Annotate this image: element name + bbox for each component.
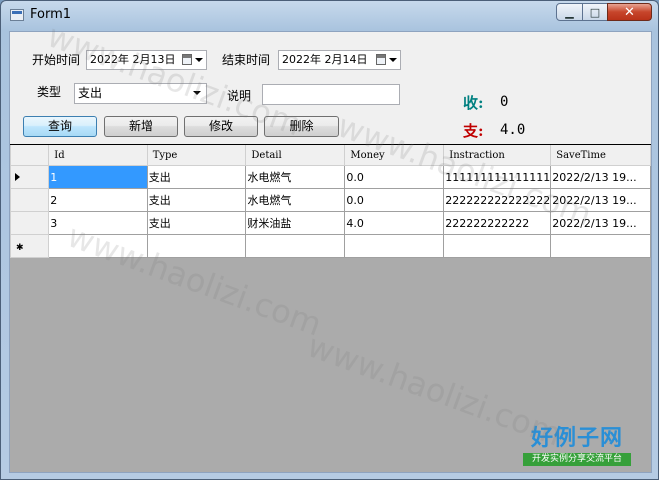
new-row[interactable]: ✱ xyxy=(10,234,651,258)
maximize-icon: □ xyxy=(589,5,601,19)
row-header-corner xyxy=(10,145,50,166)
type-selected-value: 支出 xyxy=(78,86,103,100)
description-label: 说明 xyxy=(227,89,252,103)
income-value: 0 xyxy=(500,94,509,110)
new-cell[interactable] xyxy=(550,234,651,258)
column-header-id[interactable]: Id xyxy=(48,145,148,166)
end-date-picker[interactable]: 2022年 2月14日 xyxy=(278,50,401,70)
row-header[interactable] xyxy=(10,165,50,189)
header-row: Id Type Detail Money Instraction SaveTim… xyxy=(10,145,651,166)
logo-title: 好例子网 xyxy=(530,425,623,451)
type-combobox[interactable]: 支出 xyxy=(74,83,207,104)
table-row[interactable]: 1 支出 水电燃气 0.0 111111111111111 2022/2/13 … xyxy=(10,165,651,189)
cell-money[interactable]: 4.0 xyxy=(344,211,445,235)
end-time-label: 结束时间 xyxy=(222,53,271,67)
cell-instraction[interactable]: 222222222222 xyxy=(443,211,552,235)
new-row-star-icon: ✱ xyxy=(16,243,24,253)
row-header[interactable] xyxy=(10,188,50,212)
column-header-savetime[interactable]: SaveTime xyxy=(550,145,651,166)
calendar-icon xyxy=(376,54,386,65)
query-button[interactable]: 查询 xyxy=(23,116,97,137)
current-row-arrow-icon xyxy=(15,173,20,181)
title-bar[interactable]: Form1 ▁ □ ✕ xyxy=(1,1,658,29)
table-row[interactable]: 3 支出 财米油盐 4.0 222222222222 2022/2/13 19.… xyxy=(10,211,651,235)
column-header-instraction[interactable]: Instraction xyxy=(443,145,552,166)
new-cell[interactable] xyxy=(443,234,552,258)
cell-instraction[interactable]: 222222222222222 xyxy=(443,188,552,212)
row-header[interactable]: ✱ xyxy=(10,234,50,258)
description-input[interactable] xyxy=(262,84,400,105)
new-cell[interactable] xyxy=(48,234,148,258)
cell-money[interactable]: 0.0 xyxy=(344,188,445,212)
chevron-down-icon xyxy=(193,91,201,95)
calendar-icon xyxy=(182,54,192,65)
cell-detail[interactable]: 财米油盐 xyxy=(245,211,346,235)
cell-id[interactable]: 1 xyxy=(48,165,148,189)
end-date-value: 2022年 2月14日 xyxy=(282,53,368,66)
income-label: 收: xyxy=(463,94,484,112)
close-icon: ✕ xyxy=(624,4,635,20)
maximize-button[interactable]: □ xyxy=(582,3,608,21)
cell-detail[interactable]: 水电燃气 xyxy=(245,165,346,189)
new-cell[interactable] xyxy=(344,234,445,258)
cell-savetime[interactable]: 2022/2/13 19... xyxy=(550,165,651,189)
type-label: 类型 xyxy=(37,85,62,99)
table-row[interactable]: 2 支出 水电燃气 0.0 222222222222222 2022/2/13 … xyxy=(10,188,651,212)
start-time-label: 开始时间 xyxy=(32,53,81,67)
cell-money[interactable]: 0.0 xyxy=(344,165,445,189)
cell-detail[interactable]: 水电燃气 xyxy=(245,188,346,212)
expense-value: 4.0 xyxy=(500,122,526,138)
new-cell[interactable] xyxy=(146,234,247,258)
logo-subtitle: 开发实例分享交流平台 xyxy=(523,453,631,466)
expense-label: 支: xyxy=(463,122,484,140)
cell-id[interactable]: 2 xyxy=(48,188,148,212)
cell-instraction[interactable]: 111111111111111 xyxy=(443,165,552,189)
form-icon xyxy=(10,9,24,21)
edit-button[interactable]: 修改 xyxy=(184,116,258,137)
chevron-down-icon xyxy=(389,58,397,62)
minimize-icon: ▁ xyxy=(565,5,574,19)
column-header-type[interactable]: Type xyxy=(146,145,247,166)
app-window: Form1 ▁ □ ✕ 开始时间 2022年 2月13日 结束时间 2022年 … xyxy=(0,0,659,480)
start-date-value: 2022年 2月13日 xyxy=(90,53,176,66)
column-header-money[interactable]: Money xyxy=(344,145,445,166)
delete-button[interactable]: 删除 xyxy=(264,116,339,137)
cell-type[interactable]: 支出 xyxy=(146,165,247,189)
row-header[interactable] xyxy=(10,211,50,235)
cell-type[interactable]: 支出 xyxy=(146,188,247,212)
column-header-detail[interactable]: Detail xyxy=(245,145,346,166)
window-title: Form1 xyxy=(30,7,72,22)
add-button[interactable]: 新增 xyxy=(104,116,178,137)
records-table: Id Type Detail Money Instraction SaveTim… xyxy=(10,145,651,258)
haolizi-logo: 好例子网 开发实例分享交流平台 xyxy=(517,420,637,466)
cell-savetime[interactable]: 2022/2/13 19... xyxy=(550,188,651,212)
close-button[interactable]: ✕ xyxy=(607,3,652,21)
minimize-button[interactable]: ▁ xyxy=(556,3,583,21)
cell-id[interactable]: 3 xyxy=(48,211,148,235)
start-date-picker[interactable]: 2022年 2月13日 xyxy=(86,50,207,70)
form-client-area: 开始时间 2022年 2月13日 结束时间 2022年 2月14日 类型 支出 … xyxy=(9,31,652,473)
new-cell[interactable] xyxy=(245,234,346,258)
chevron-down-icon xyxy=(195,58,203,62)
cell-savetime[interactable]: 2022/2/13 19... xyxy=(550,211,651,235)
cell-type[interactable]: 支出 xyxy=(146,211,247,235)
